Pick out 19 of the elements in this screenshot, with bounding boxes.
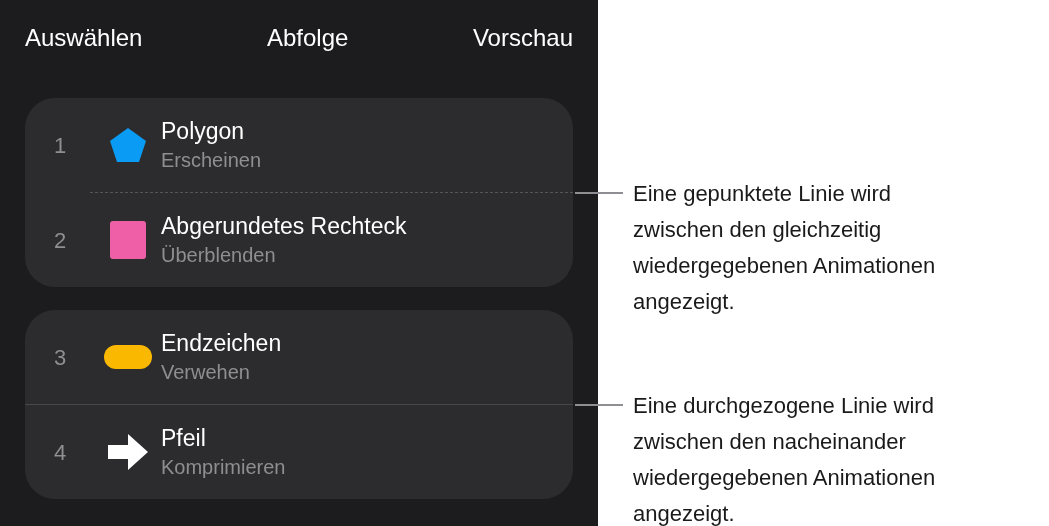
- animation-effect: Erscheinen: [161, 148, 262, 173]
- animation-title: Pfeil: [161, 424, 207, 453]
- leader-line: [575, 404, 623, 406]
- animation-effect: Komprimieren: [161, 455, 286, 480]
- animation-title: Polygon: [161, 117, 246, 146]
- animation-effect: Verwehen: [161, 360, 251, 385]
- order-number: 3: [52, 343, 68, 372]
- leader-line: [575, 192, 623, 194]
- order-number: 4: [52, 438, 68, 467]
- animation-title: Abgerundetes Rechteck: [161, 212, 407, 241]
- callout-text: Eine durchgezogene Linie wird zwischen den nacheinander wiedergegebenen Animationen angezeigt.: [633, 392, 937, 526]
- select-button[interactable]: Auswählen: [25, 20, 143, 56]
- preview-button[interactable]: Vorschau: [472, 20, 573, 56]
- animation-effect: Überblenden: [161, 243, 277, 268]
- animation-title: Endzeichen: [161, 329, 282, 358]
- callout-text: Eine gepunktete Linie wird zwischen den gleichzeitig wiedergegebenen Animationen angezeigt.: [633, 180, 937, 316]
- order-number: 1: [52, 131, 68, 160]
- screen-title: Abfolge: [266, 23, 349, 53]
- order-number: 2: [52, 226, 68, 255]
